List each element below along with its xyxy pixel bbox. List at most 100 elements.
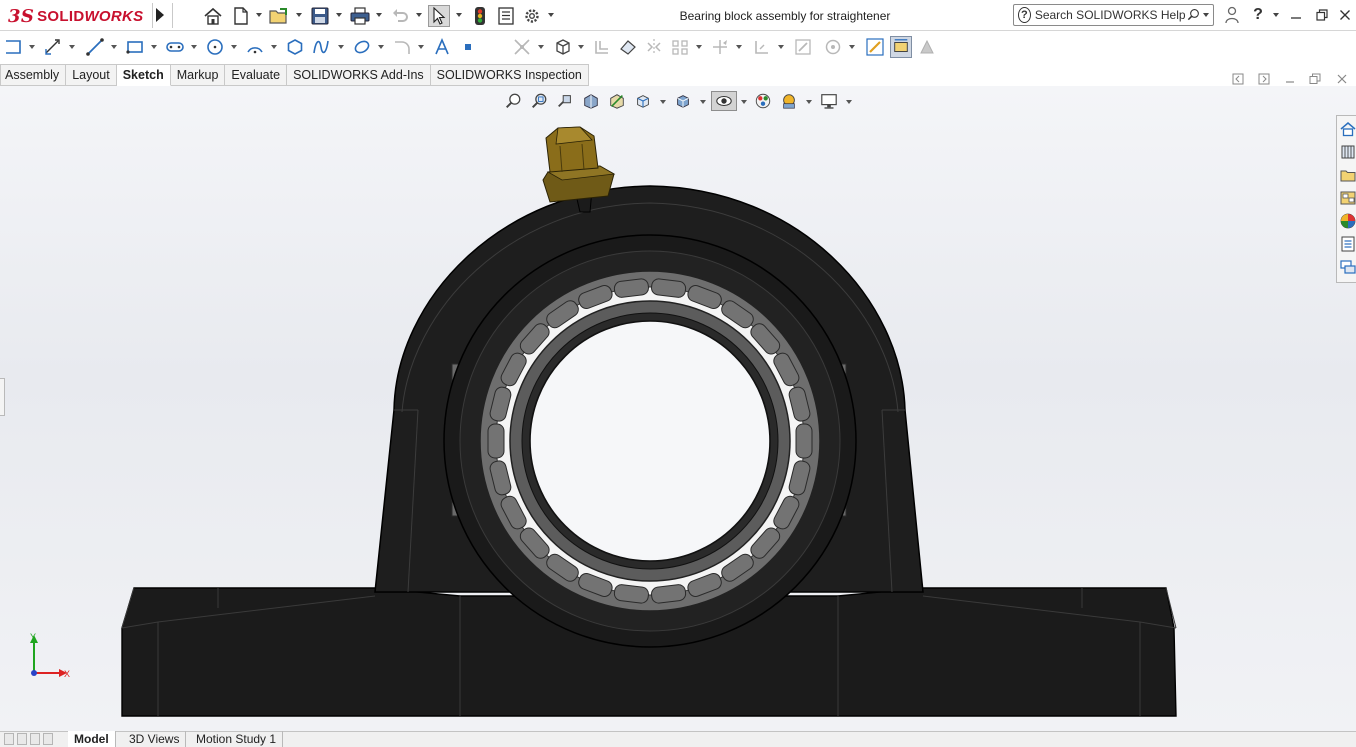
- ellipse-dropdown-icon[interactable]: [378, 45, 384, 49]
- ellipse-tool-icon[interactable]: [351, 36, 373, 58]
- hide-show-items-icon[interactable]: [711, 91, 737, 111]
- zoom-to-fit-icon[interactable]: [503, 91, 523, 111]
- point-tool-icon[interactable]: [457, 36, 479, 58]
- linear-pattern-icon[interactable]: [669, 36, 691, 58]
- print-icon[interactable]: [349, 5, 371, 27]
- instant-2d-icon[interactable]: [890, 36, 912, 58]
- restore-window-icon[interactable]: [1313, 6, 1331, 24]
- forum-chat-icon[interactable]: [1339, 258, 1356, 276]
- document-tile-right-icon[interactable]: [1257, 72, 1271, 86]
- spline-dropdown-icon[interactable]: [338, 45, 344, 49]
- offset-on-surface-icon[interactable]: [617, 36, 639, 58]
- sketch-fillet-icon[interactable]: [391, 36, 413, 58]
- pattern-dropdown-icon[interactable]: [696, 45, 702, 49]
- fillet-dropdown-icon[interactable]: [418, 45, 424, 49]
- convert-dropdown-icon[interactable]: [578, 45, 584, 49]
- convert-entities-icon[interactable]: [552, 36, 574, 58]
- shaded-sketch-contours-icon[interactable]: [916, 36, 938, 58]
- trim-entities-icon[interactable]: [511, 36, 533, 58]
- undo-dropdown-icon[interactable]: [416, 13, 422, 17]
- smart-dimension-icon[interactable]: [42, 36, 64, 58]
- previous-view-icon[interactable]: [555, 91, 575, 111]
- circle-tool-icon[interactable]: [204, 36, 226, 58]
- tab-motion-study-1[interactable]: Motion Study 1: [190, 731, 284, 747]
- first-tab-nav-icon[interactable]: [4, 733, 14, 745]
- snaps-dropdown-icon[interactable]: [849, 45, 855, 49]
- move-dropdown-icon[interactable]: [736, 45, 742, 49]
- polygon-tool-icon[interactable]: [284, 36, 306, 58]
- offset-entities-icon[interactable]: [591, 36, 613, 58]
- save-icon[interactable]: [309, 5, 331, 27]
- next-tab-nav-icon[interactable]: [30, 733, 40, 745]
- tab-markup[interactable]: Markup: [170, 64, 226, 86]
- graphics-area[interactable]: Y X: [0, 86, 1356, 731]
- undo-icon[interactable]: [389, 5, 411, 27]
- select-dropdown-icon[interactable]: [456, 13, 462, 17]
- slot-dropdown-icon[interactable]: [191, 45, 197, 49]
- minimize-window-icon[interactable]: [1287, 6, 1305, 24]
- home-icon[interactable]: [202, 5, 224, 27]
- relations-dropdown-icon[interactable]: [778, 45, 784, 49]
- apply-scene-icon[interactable]: [779, 91, 799, 111]
- open-dropdown-icon[interactable]: [296, 13, 302, 17]
- appearances-scenes-icon[interactable]: [1339, 212, 1356, 230]
- quick-snaps-icon[interactable]: [822, 36, 844, 58]
- dynamic-annotation-views-icon[interactable]: [607, 91, 627, 111]
- solidworks-logo[interactable]: 3S SOLID WORKS: [8, 4, 143, 28]
- save-dropdown-icon[interactable]: [336, 13, 342, 17]
- view-palette-icon[interactable]: [1339, 189, 1356, 207]
- view-settings-dropdown-icon[interactable]: [846, 100, 852, 104]
- custom-properties-icon[interactable]: [1339, 235, 1356, 253]
- feature-manager-collapse-handle[interactable]: [0, 378, 5, 416]
- rectangle-tool-icon[interactable]: [124, 36, 146, 58]
- new-dropdown-icon[interactable]: [256, 13, 262, 17]
- sketch-text-icon[interactable]: [431, 36, 453, 58]
- display-style-icon[interactable]: [673, 91, 693, 111]
- document-minimize-icon[interactable]: [1283, 72, 1297, 86]
- slot-tool-icon[interactable]: [164, 36, 186, 58]
- menu-flyout-arrow-icon[interactable]: [156, 8, 164, 22]
- display-delete-relations-icon[interactable]: [751, 36, 773, 58]
- tab-solidworks-inspection[interactable]: SOLIDWORKS Inspection: [430, 64, 589, 86]
- file-properties-icon[interactable]: [495, 5, 517, 27]
- display-style-dropdown-icon[interactable]: [700, 100, 706, 104]
- options-gear-icon[interactable]: [521, 5, 543, 27]
- document-close-icon[interactable]: [1335, 72, 1349, 86]
- zoom-to-area-icon[interactable]: [529, 91, 549, 111]
- sketch-dropdown-icon[interactable]: [29, 45, 35, 49]
- arc-dropdown-icon[interactable]: [271, 45, 277, 49]
- repair-sketch-icon[interactable]: [792, 36, 814, 58]
- design-library-icon[interactable]: [1339, 143, 1356, 161]
- close-window-icon[interactable]: [1336, 6, 1354, 24]
- solidworks-resources-home-icon[interactable]: [1339, 120, 1356, 138]
- options-dropdown-icon[interactable]: [548, 13, 554, 17]
- circle-dropdown-icon[interactable]: [231, 45, 237, 49]
- select-pointer-icon[interactable]: [428, 5, 450, 27]
- help-search-box[interactable]: ? Search SOLIDWORKS Help: [1013, 4, 1214, 26]
- tab-evaluate[interactable]: Evaluate: [225, 64, 288, 86]
- sketch-icon[interactable]: [2, 36, 24, 58]
- dimension-dropdown-icon[interactable]: [69, 45, 75, 49]
- rapid-sketch-icon[interactable]: [864, 36, 886, 58]
- spline-tool-icon[interactable]: [310, 36, 332, 58]
- tab-model[interactable]: Model: [68, 731, 116, 747]
- tab-sketch[interactable]: Sketch: [116, 64, 171, 86]
- move-entities-icon[interactable]: [709, 36, 731, 58]
- tab-layout[interactable]: Layout: [66, 64, 117, 86]
- trim-dropdown-icon[interactable]: [538, 45, 544, 49]
- rectangle-dropdown-icon[interactable]: [151, 45, 157, 49]
- hide-show-dropdown-icon[interactable]: [741, 100, 747, 104]
- help-menu-icon[interactable]: ?: [1249, 6, 1267, 24]
- tab-3d-views[interactable]: 3D Views: [123, 731, 187, 747]
- document-restore-icon[interactable]: [1308, 72, 1322, 86]
- edit-appearance-icon[interactable]: [753, 91, 773, 111]
- previous-tab-nav-icon[interactable]: [17, 733, 27, 745]
- view-settings-monitor-icon[interactable]: [819, 91, 839, 111]
- view-orientation-dropdown-icon[interactable]: [660, 100, 666, 104]
- document-tile-left-icon[interactable]: [1231, 72, 1245, 86]
- view-orientation-icon[interactable]: [633, 91, 653, 111]
- last-tab-nav-icon[interactable]: [43, 733, 53, 745]
- mirror-entities-icon[interactable]: [643, 36, 665, 58]
- new-document-icon[interactable]: [230, 5, 252, 27]
- tab-assembly[interactable]: Assembly: [0, 64, 67, 86]
